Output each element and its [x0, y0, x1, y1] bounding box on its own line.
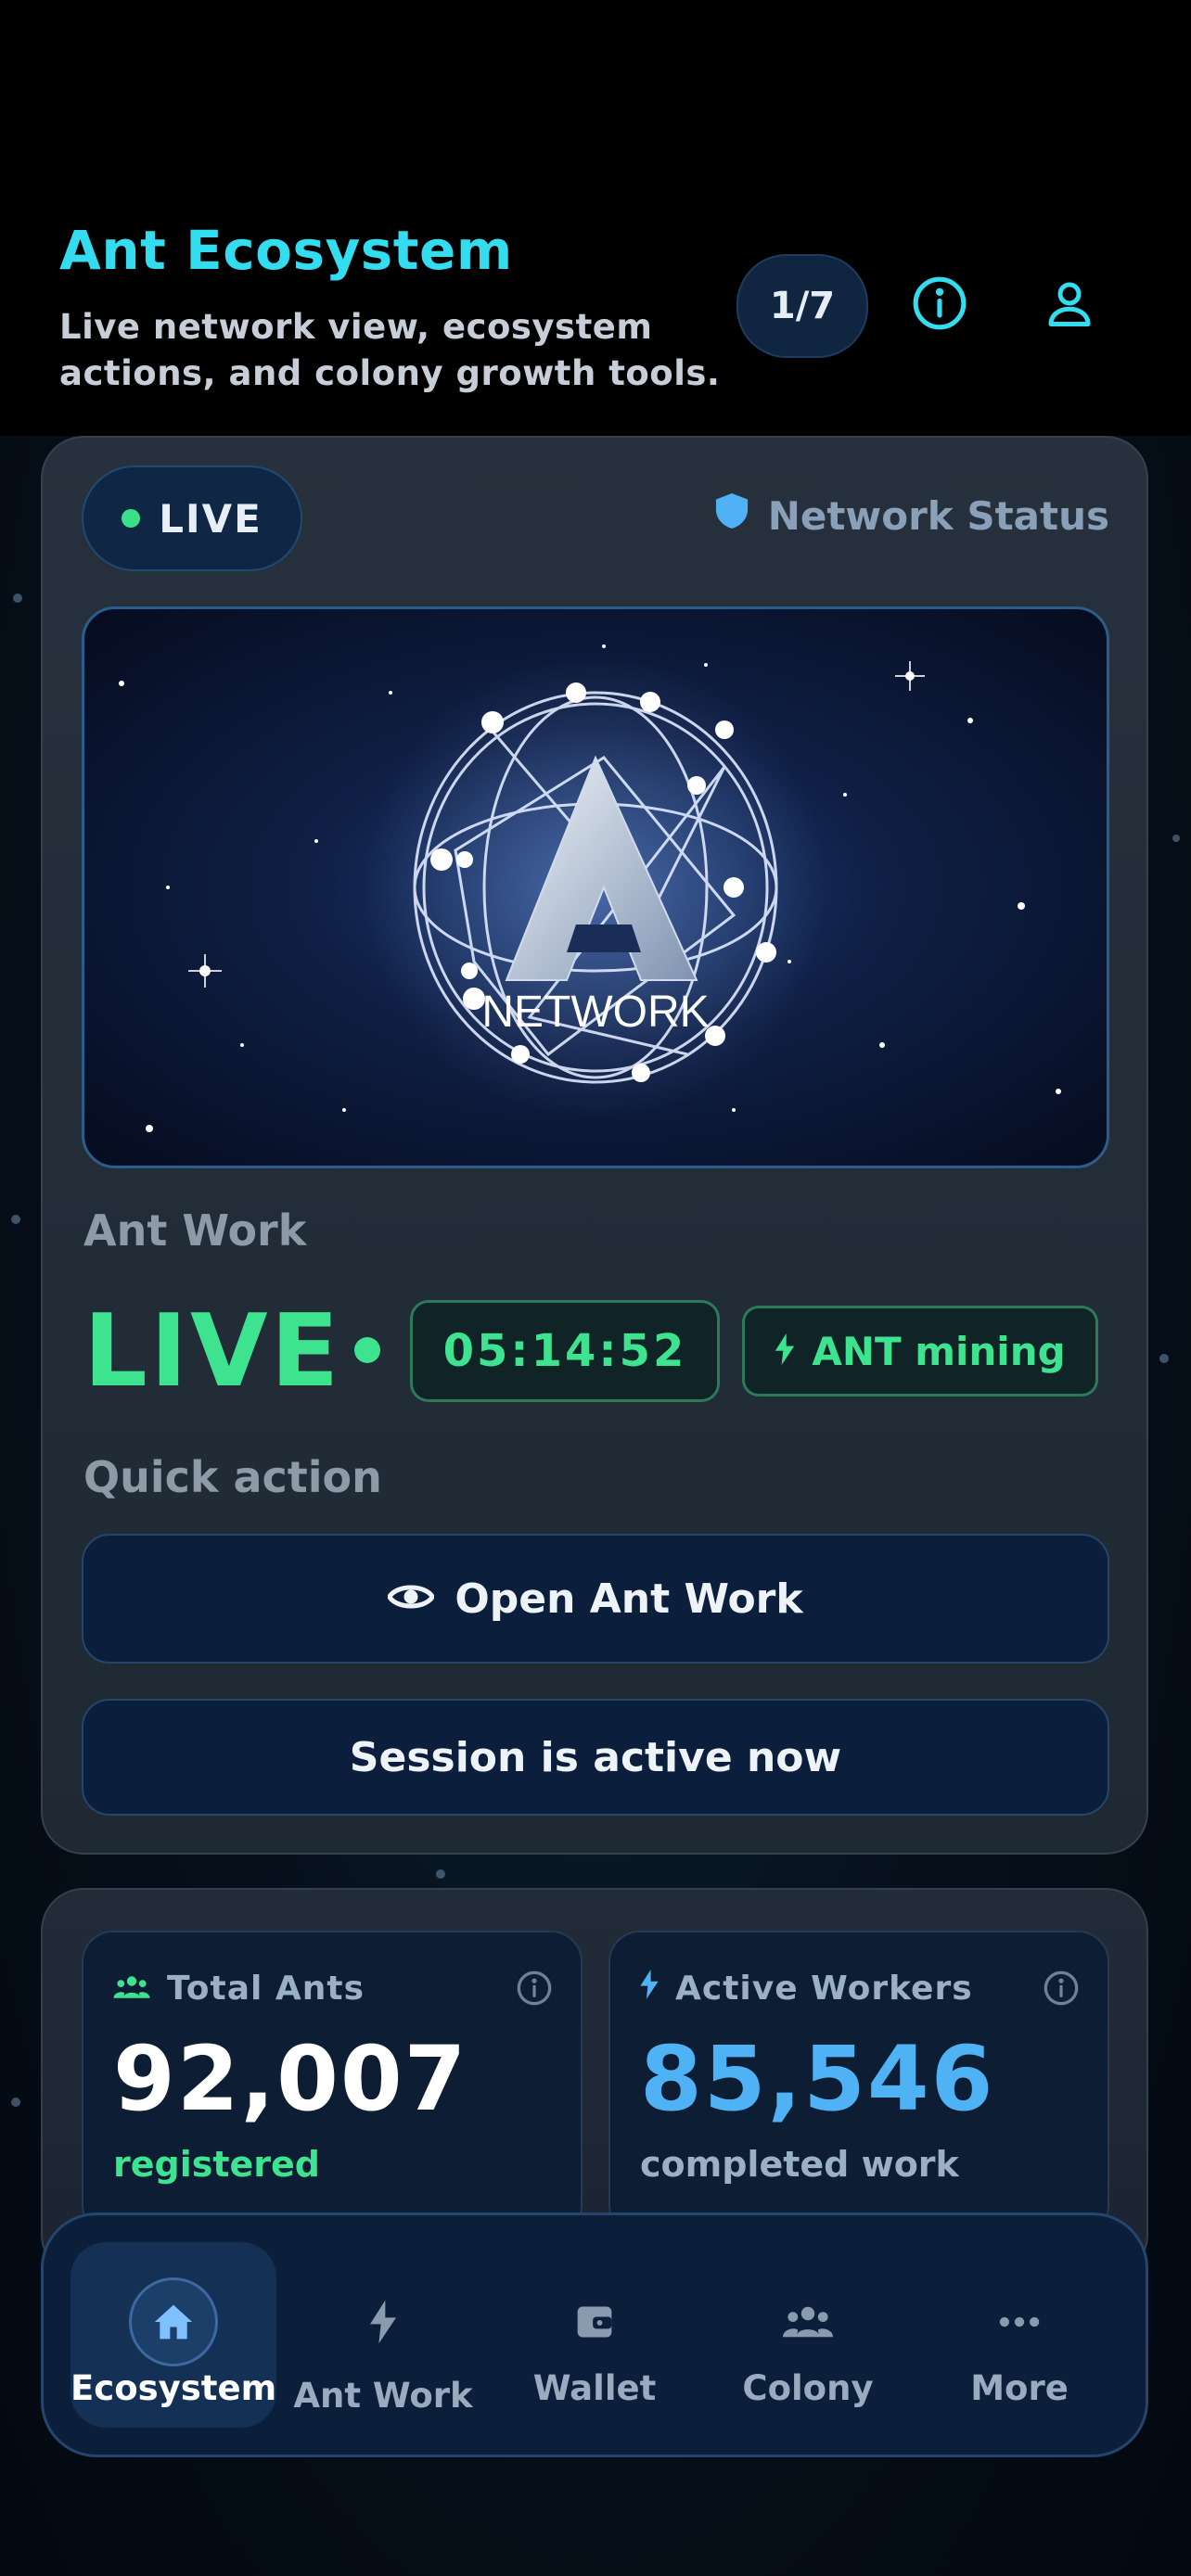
nav-item-ant-work[interactable]: Ant Work: [280, 2242, 486, 2428]
info-icon[interactable]: [907, 271, 972, 336]
mining-badge: ANT mining: [742, 1306, 1098, 1396]
quick-action-label: Quick action: [83, 1452, 382, 1502]
nav-item-wallet[interactable]: Wallet: [492, 2242, 698, 2428]
hero-logo-text: NETWORK: [481, 988, 709, 1037]
open-ant-work-label: Open Ant Work: [455, 1575, 803, 1623]
nav-label: Colony: [742, 2368, 874, 2408]
people-icon: [763, 2277, 852, 2366]
user-icon[interactable]: [1037, 271, 1102, 336]
open-ant-work-button[interactable]: Open Ant Work: [82, 1534, 1109, 1664]
stat-subtitle: completed work: [640, 2144, 959, 2185]
decor-dot: [11, 1215, 20, 1224]
nav-label: Wallet: [532, 2368, 657, 2408]
stat-title: Active Workers: [675, 1970, 973, 2008]
people-icon: [113, 1970, 150, 2008]
stat-subtitle: registered: [113, 2144, 321, 2185]
info-icon[interactable]: [516, 1970, 553, 2010]
live-indicator-dot: [354, 1337, 380, 1363]
stat-title: Total Ants: [167, 1970, 365, 2008]
wallet-icon: [550, 2277, 639, 2366]
decor-dot: [436, 1869, 445, 1879]
page-indicator[interactable]: 1/7: [736, 254, 868, 358]
info-icon[interactable]: [1043, 1970, 1080, 2010]
stat-value: 92,007: [113, 2027, 468, 2131]
ant-work-label: Ant Work: [83, 1205, 307, 1256]
nav-item-ecosystem[interactable]: Ecosystem: [70, 2242, 276, 2428]
live-indicator-text: LIVE: [83, 1294, 342, 1409]
decor-dot: [1172, 835, 1180, 842]
home-icon: [129, 2277, 218, 2366]
page-subtitle: Live network view, ecosystem actions, an…: [59, 307, 721, 393]
session-timer: 05:14:52: [410, 1300, 720, 1402]
live-status-text: LIVE: [159, 495, 263, 542]
session-active-label: Session is active now: [349, 1733, 842, 1781]
mining-label: ANT mining: [812, 1328, 1066, 1374]
stat-value: 85,546: [640, 2027, 995, 2131]
network-status[interactable]: Network Status: [714, 491, 1109, 540]
nav-label: Ant Work: [293, 2376, 473, 2416]
nav-item-more[interactable]: More: [916, 2242, 1122, 2428]
bolt-icon: [640, 1970, 659, 2008]
nav-item-colony[interactable]: Colony: [705, 2242, 911, 2428]
page-title: Ant Ecosystem: [59, 219, 513, 282]
shield-icon: [714, 491, 749, 540]
more-icon: [975, 2277, 1064, 2366]
total-ants-stat: Total Ants 92,007 registered: [82, 1931, 583, 2237]
decor-dot: [13, 593, 22, 603]
status-dot: [122, 509, 141, 528]
decor-dot: [1159, 1354, 1169, 1363]
session-active-button[interactable]: Session is active now: [82, 1699, 1109, 1816]
active-workers-stat: Active Workers 85,546 completed work: [608, 1931, 1109, 2237]
bolt-icon: [775, 1329, 795, 1374]
nav-label: More: [970, 2368, 1069, 2408]
network-hero-image: NETWORK: [82, 606, 1109, 1168]
nav-label: Ecosystem: [70, 2368, 276, 2408]
decor-dot: [11, 2098, 20, 2107]
network-status-label: Network Status: [767, 492, 1109, 539]
bolt-icon: [339, 2277, 428, 2366]
eye-icon: [387, 1575, 436, 1623]
live-status-badge: LIVE: [82, 465, 302, 571]
network-logo-illustration: NETWORK: [119, 644, 1061, 1132]
